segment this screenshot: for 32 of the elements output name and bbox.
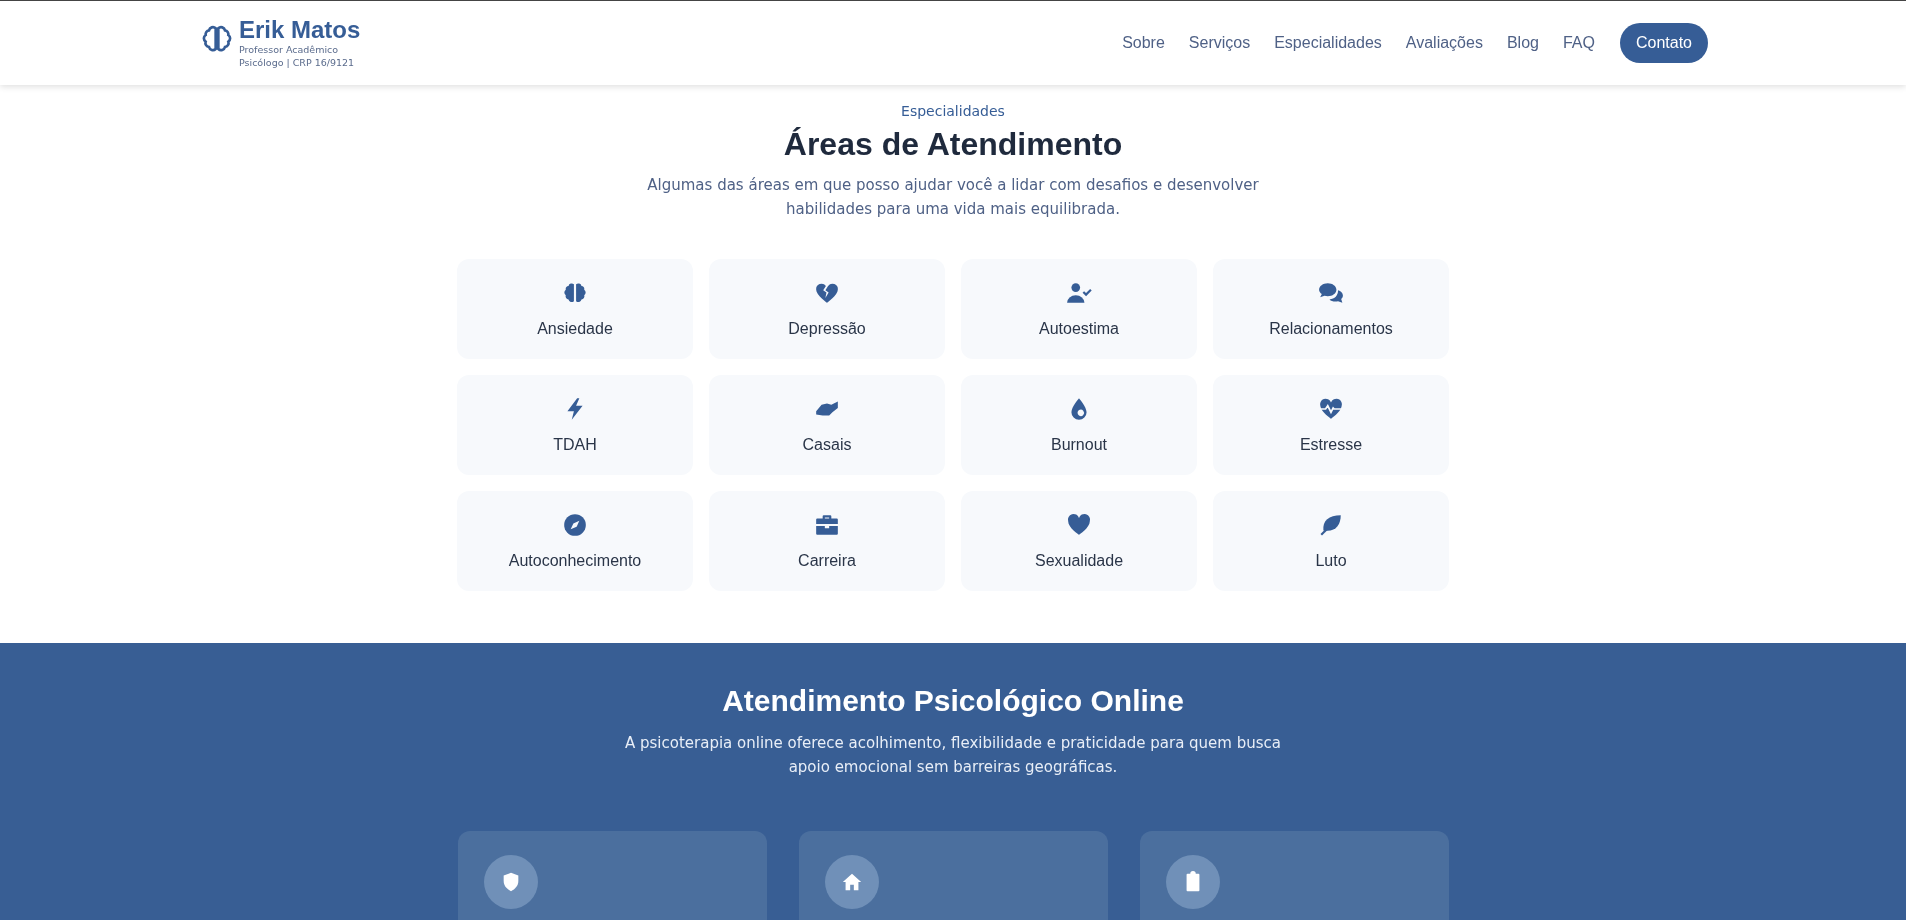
brand-credential: Psicólogo | CRP 16/9121 <box>239 56 356 69</box>
nav-link[interactable]: Especialidades <box>1274 34 1382 52</box>
nav-link[interactable]: Avaliações <box>1405 34 1483 52</box>
online-intro: A psicoterapia online oferece acolhimento, flexibilidade e praticidade para quem busca apoio emocional sem barreiras geográficas. <box>623 733 1282 778</box>
specialty-label: Relacionamentos <box>1269 320 1393 338</box>
nav-link[interactable]: Serviços <box>1188 34 1251 52</box>
specialty-label: Autoconhecimento <box>508 552 642 570</box>
house-icon <box>840 871 863 893</box>
specialty-label: TDAH <box>553 436 597 454</box>
specialty-label: Sexualidade <box>1034 552 1124 570</box>
specialty-label: Casais <box>802 436 852 454</box>
online-title: Atendimento Psicológico Online <box>721 683 1185 719</box>
leaf-icon <box>1318 512 1344 538</box>
contact-button[interactable]: Contato <box>1619 23 1708 63</box>
brand-name: Erik Matos <box>239 17 361 43</box>
specialty-label: Depressão <box>788 320 866 338</box>
specialty-label: Luto <box>1315 552 1347 570</box>
section-title: Áreas de Atendimento <box>782 125 1124 163</box>
section-eyebrow: Especialidades <box>900 102 1006 121</box>
specialty-label: Estresse <box>1299 436 1363 454</box>
specialty-label: Burnout <box>1050 436 1107 454</box>
nav-link[interactable]: Blog <box>1506 34 1539 52</box>
section-intro: Algumas das áreas em que posso ajudar você a lidar com desafios e desenvolver habilidades para uma vida mais equilibrada. <box>646 175 1260 220</box>
nav-link[interactable]: FAQ <box>1562 34 1595 52</box>
specialty-label: Carreira <box>798 552 856 570</box>
specialty-label: Ansiedade <box>537 320 613 338</box>
specialty-label: Autoestima <box>1038 320 1119 338</box>
brand-subtitle: Professor Acadêmico <box>239 43 340 56</box>
user-check-icon <box>1066 280 1092 306</box>
nav-link[interactable]: Sobre <box>1122 34 1165 52</box>
compass-icon <box>562 512 588 538</box>
briefcase-icon <box>814 512 840 538</box>
